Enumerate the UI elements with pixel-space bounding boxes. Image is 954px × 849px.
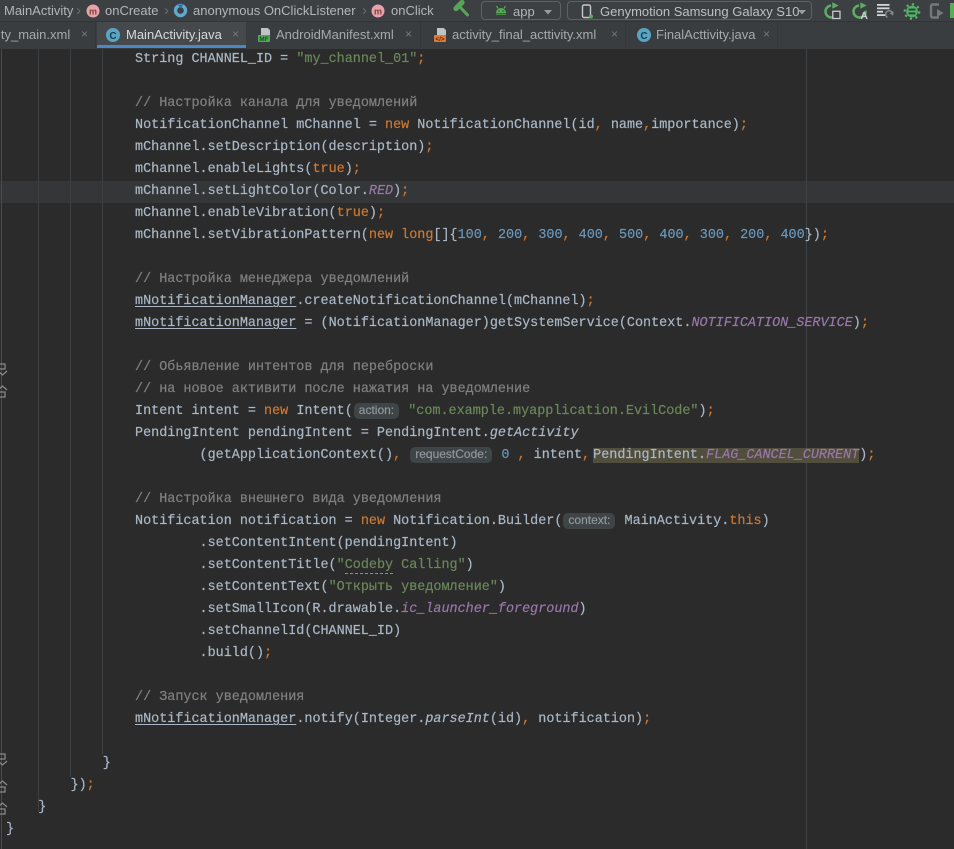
svg-text:</>: </> bbox=[435, 36, 445, 43]
svg-text:MF: MF bbox=[259, 36, 268, 43]
svg-text:m: m bbox=[89, 7, 97, 17]
svg-text:C: C bbox=[109, 31, 116, 42]
svg-text:A: A bbox=[860, 10, 868, 20]
svg-text:m: m bbox=[374, 7, 382, 17]
svg-text:C: C bbox=[640, 31, 647, 42]
